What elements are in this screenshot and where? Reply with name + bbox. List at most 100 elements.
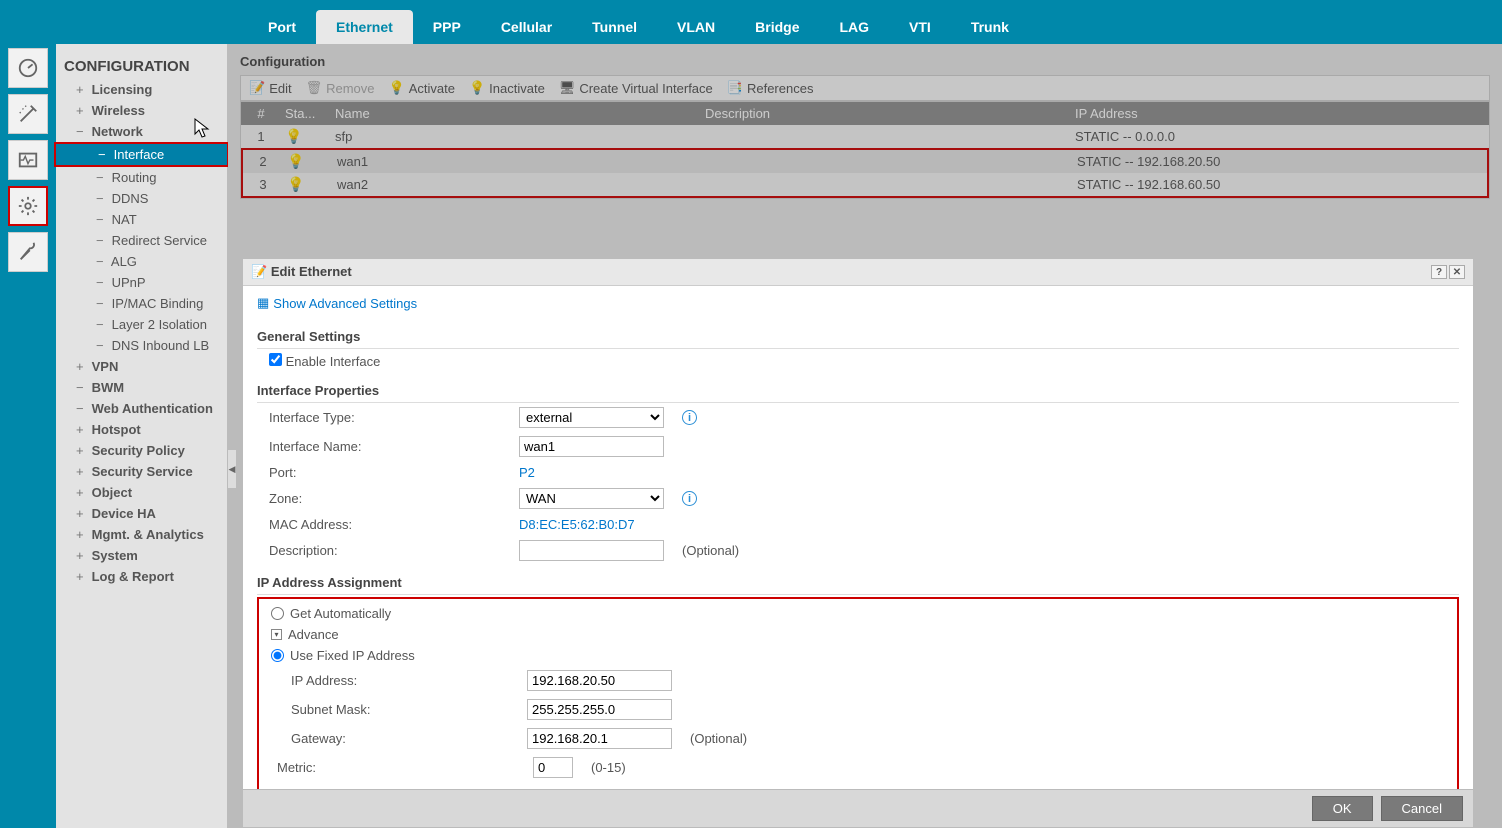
optional-label: (Optional) (682, 543, 739, 558)
ip-address-input[interactable] (527, 670, 672, 691)
description-input[interactable] (519, 540, 664, 561)
tab-port[interactable]: Port (248, 10, 316, 44)
sidebar-title: CONFIGURATION (56, 54, 227, 79)
icon-rail (0, 0, 56, 828)
mac-value: D8:EC:E5:62:B0:D7 (519, 517, 635, 532)
create-virtual-icon: 🖥 (559, 80, 576, 96)
sidebar-item-security-service[interactable]: + Security Service (56, 461, 227, 482)
dashboard-icon[interactable] (8, 48, 48, 88)
metric-hint: (0-15) (591, 760, 626, 775)
sidebar-item-routing[interactable]: − Routing (56, 167, 227, 188)
advance-toggle[interactable]: ▾ (271, 629, 282, 640)
subnet-mask-label: Subnet Mask: (277, 702, 527, 717)
sidebar-item-ddns[interactable]: − DDNS (56, 188, 227, 209)
sidebar-item-upnp[interactable]: − UPnP (56, 272, 227, 293)
sidebar-item-hotspot[interactable]: + Hotspot (56, 419, 227, 440)
metric-input[interactable] (533, 757, 573, 778)
table-row[interactable]: 2 💡 wan1 STATIC -- 192.168.20.50 (243, 150, 1487, 173)
monitor-icon[interactable] (8, 140, 48, 180)
sidebar-item-web-authentication[interactable]: − Web Authentication (56, 398, 227, 419)
bulb-off-icon: 💡 (469, 80, 485, 96)
sidebar-item-log-report[interactable]: + Log & Report (56, 566, 227, 587)
col-num[interactable]: # (241, 106, 281, 121)
config-gear-icon[interactable] (8, 186, 48, 226)
interface-table: # Sta... Name Description IP Address 1 💡… (240, 101, 1490, 199)
edit-icon: 📝 (251, 264, 267, 279)
sidebar-item-mgmt-analytics[interactable]: + Mgmt. & Analytics (56, 524, 227, 545)
sidebar-item-layer-2-isolation[interactable]: − Layer 2 Isolation (56, 314, 227, 335)
tab-ppp[interactable]: PPP (413, 10, 481, 44)
sidebar-item-licensing[interactable]: + Licensing (56, 79, 227, 100)
references-button[interactable]: 📑References (727, 80, 814, 96)
table-row[interactable]: 3 💡 wan2 STATIC -- 192.168.60.50 (243, 173, 1487, 196)
tools-icon[interactable] (8, 232, 48, 272)
sidebar-item-interface[interactable]: − Interface (54, 142, 229, 167)
get-auto-label: Get Automatically (290, 606, 391, 621)
col-ip[interactable]: IP Address (1071, 106, 1489, 121)
col-desc[interactable]: Description (701, 106, 1071, 121)
gateway-input[interactable] (527, 728, 672, 749)
sidebar-item-dns-inbound-lb[interactable]: − DNS Inbound LB (56, 335, 227, 356)
info-icon[interactable]: i (682, 410, 697, 425)
tab-vlan[interactable]: VLAN (657, 10, 735, 44)
bulb-on-icon: 💡 (389, 80, 405, 96)
enable-interface-checkbox[interactable]: Enable Interface (269, 353, 380, 369)
close-icon[interactable]: ✕ (1449, 265, 1465, 279)
show-advanced-link[interactable]: ▦Show Advanced Settings (257, 292, 1459, 319)
port-label: Port: (269, 465, 519, 480)
subnet-mask-input[interactable] (527, 699, 672, 720)
references-icon: 📑 (727, 80, 743, 96)
advance-label: Advance (288, 627, 339, 642)
grid-icon: ▦ (257, 295, 269, 311)
sidebar-item-device-ha[interactable]: + Device HA (56, 503, 227, 524)
tab-cellular[interactable]: Cellular (481, 10, 572, 44)
ok-button[interactable]: OK (1312, 796, 1373, 821)
ip-address-label: IP Address: (277, 673, 527, 688)
sidebar-item-alg[interactable]: − ALG (56, 251, 227, 272)
zone-select[interactable]: WAN (519, 488, 664, 509)
optional-label: (Optional) (690, 731, 747, 746)
sidebar-item-bwm[interactable]: − BWM (56, 377, 227, 398)
metric-label: Metric: (277, 760, 533, 775)
edit-button[interactable]: 📝Edit (249, 80, 292, 96)
sidebar-item-ip-mac-binding[interactable]: − IP/MAC Binding (56, 293, 227, 314)
activate-button[interactable]: 💡Activate (389, 80, 455, 96)
remove-button[interactable]: 🗑Remove (306, 80, 375, 96)
sidebar-item-redirect-service[interactable]: − Redirect Service (56, 230, 227, 251)
col-status[interactable]: Sta... (281, 106, 331, 121)
collapse-handle-icon[interactable]: ◀ (228, 449, 237, 489)
tab-vti[interactable]: VTI (889, 10, 951, 44)
sidebar-item-network[interactable]: − Network (56, 121, 227, 142)
sidebar-item-object[interactable]: + Object (56, 482, 227, 503)
help-icon[interactable]: ? (1431, 265, 1447, 279)
status-bulb-icon: 💡 (287, 176, 304, 192)
dialog-title: Edit Ethernet (271, 264, 352, 279)
cancel-button[interactable]: Cancel (1381, 796, 1463, 821)
wizard-icon[interactable] (8, 94, 48, 134)
get-auto-radio[interactable] (271, 607, 284, 620)
info-icon[interactable]: i (682, 491, 697, 506)
tab-tunnel[interactable]: Tunnel (572, 10, 657, 44)
inactivate-button[interactable]: 💡Inactivate (469, 80, 545, 96)
create-virtual-button[interactable]: 🖥Create Virtual Interface (559, 80, 713, 96)
sidebar-item-wireless[interactable]: + Wireless (56, 100, 227, 121)
sidebar-item-security-policy[interactable]: + Security Policy (56, 440, 227, 461)
use-fixed-radio[interactable] (271, 649, 284, 662)
tab-ethernet[interactable]: Ethernet (316, 10, 413, 44)
sidebar-item-vpn[interactable]: + VPN (56, 356, 227, 377)
tab-trunk[interactable]: Trunk (951, 10, 1029, 44)
tab-bridge[interactable]: Bridge (735, 10, 819, 44)
table-row[interactable]: 1 💡 sfp STATIC -- 0.0.0.0 (241, 125, 1489, 148)
interface-name-input[interactable] (519, 436, 664, 457)
zone-label: Zone: (269, 491, 519, 506)
tab-lag[interactable]: LAG (819, 10, 889, 44)
section-title: Configuration (240, 54, 1490, 69)
port-value[interactable]: P2 (519, 465, 535, 480)
sidebar-item-system[interactable]: + System (56, 545, 227, 566)
col-name[interactable]: Name (331, 106, 701, 121)
general-settings-title: General Settings (257, 329, 1459, 349)
interface-name-label: Interface Name: (269, 439, 519, 454)
trash-icon: 🗑 (306, 80, 323, 96)
interface-type-select[interactable]: external (519, 407, 664, 428)
sidebar-item-nat[interactable]: − NAT (56, 209, 227, 230)
